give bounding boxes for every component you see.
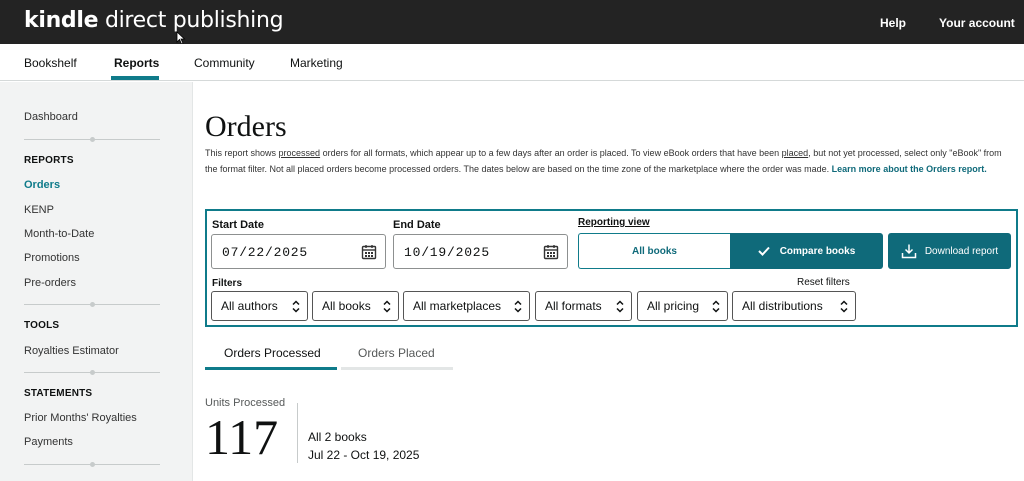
sidebar-item-royalties-estimator[interactable]: Royalties Estimator xyxy=(24,345,119,357)
marketplaces-dropdown[interactable]: All marketplaces xyxy=(403,291,530,321)
start-date-field[interactable]: 07/22/2025 xyxy=(211,234,386,269)
sidebar-item-month-to-date[interactable]: Month-to-Date xyxy=(24,228,94,240)
start-date-label: Start Date xyxy=(212,219,264,231)
compare-books-toggle[interactable]: Compare books xyxy=(730,233,883,269)
distributions-dropdown[interactable]: All distributions xyxy=(732,291,856,321)
sidebar-item-orders[interactable]: Orders xyxy=(24,179,60,191)
page-title: Orders xyxy=(205,110,287,143)
learn-more-link[interactable]: Learn more about the Orders report. xyxy=(832,164,987,174)
end-date-value: 10/19/2025 xyxy=(404,245,491,260)
inactive-orders-tab-indicator xyxy=(341,367,453,370)
active-tab-indicator xyxy=(111,76,159,80)
sidebar-divider xyxy=(24,302,160,307)
main-nav-tabs: Bookshelf Reports Community Marketing xyxy=(0,44,1024,81)
tab-reports[interactable]: Reports xyxy=(114,56,159,70)
your-account-link[interactable]: Your account xyxy=(939,16,1015,30)
chevron-up-down-icon xyxy=(840,300,848,313)
books-dropdown[interactable]: All books xyxy=(312,291,399,321)
authors-dropdown[interactable]: All authors xyxy=(211,291,308,321)
tab-orders-placed[interactable]: Orders Placed xyxy=(358,346,435,360)
kdp-logo[interactable]: kindle direct publishing xyxy=(24,8,284,33)
end-date-field[interactable]: 10/19/2025 xyxy=(393,234,568,269)
sidebar-heading-tools: TOOLS xyxy=(24,320,60,331)
active-orders-tab-indicator xyxy=(205,367,337,370)
summary-date-range: Jul 22 - Oct 19, 2025 xyxy=(308,448,420,462)
sidebar-item-prior-months-royalties[interactable]: Prior Months' Royalties xyxy=(24,412,137,424)
help-link[interactable]: Help xyxy=(880,16,906,30)
placed-link[interactable]: placed xyxy=(782,148,809,158)
download-report-button[interactable]: Download report xyxy=(888,233,1011,269)
filters-label: Filters xyxy=(212,278,243,289)
sidebar-divider xyxy=(24,370,160,375)
tab-community[interactable]: Community xyxy=(194,56,255,70)
sidebar-divider xyxy=(24,462,160,467)
download-icon xyxy=(901,244,917,259)
processed-link[interactable]: processed xyxy=(279,148,321,158)
chevron-up-down-icon xyxy=(514,300,522,313)
checkmark-icon xyxy=(757,246,770,256)
pricing-dropdown[interactable]: All pricing xyxy=(637,291,728,321)
sidebar-divider xyxy=(24,137,160,142)
sidebar-item-promotions[interactable]: Promotions xyxy=(24,252,80,264)
sidebar-item-payments[interactable]: Payments xyxy=(24,436,73,448)
tab-bookshelf[interactable]: Bookshelf xyxy=(24,56,77,70)
mouse-cursor-icon xyxy=(176,31,186,45)
reporting-view-label: Reporting view xyxy=(578,217,650,228)
tab-marketing[interactable]: Marketing xyxy=(290,56,343,70)
report-description: This report shows processed orders for a… xyxy=(205,148,1002,174)
summary-books: All 2 books xyxy=(308,430,367,444)
chevron-up-down-icon xyxy=(383,300,391,313)
sidebar-item-pre-orders[interactable]: Pre-orders xyxy=(24,277,76,289)
sidebar-heading-reports: REPORTS xyxy=(24,155,74,166)
all-books-toggle[interactable]: All books xyxy=(578,233,730,269)
units-processed-value: 117 xyxy=(205,409,279,465)
formats-dropdown[interactable]: All formats xyxy=(535,291,632,321)
sidebar-heading-statements: STATEMENTS xyxy=(24,388,93,399)
end-date-label: End Date xyxy=(393,219,441,231)
tab-orders-processed[interactable]: Orders Processed xyxy=(224,346,321,360)
summary-divider xyxy=(297,403,298,463)
chevron-up-down-icon xyxy=(616,300,624,313)
sidebar: Dashboard REPORTS Orders KENP Month-to-D… xyxy=(0,82,193,481)
top-bar: kindle direct publishing Help Your accou… xyxy=(0,0,1024,44)
reset-filters-link[interactable]: Reset filters xyxy=(797,277,850,288)
calendar-icon[interactable] xyxy=(361,244,377,260)
start-date-value: 07/22/2025 xyxy=(222,245,309,260)
chevron-up-down-icon xyxy=(712,300,720,313)
sidebar-item-dashboard[interactable]: Dashboard xyxy=(24,111,78,123)
calendar-icon[interactable] xyxy=(543,244,559,260)
sidebar-item-kenp[interactable]: KENP xyxy=(24,204,54,216)
chevron-up-down-icon xyxy=(292,300,300,313)
